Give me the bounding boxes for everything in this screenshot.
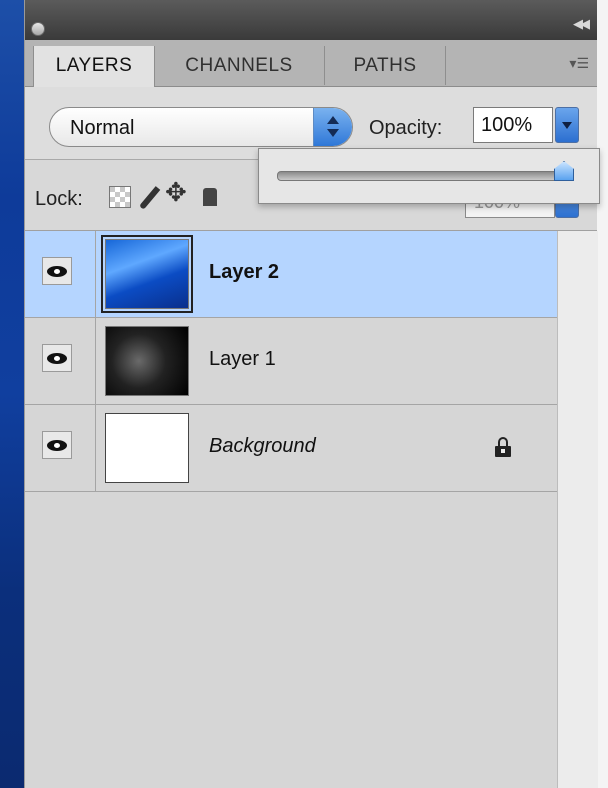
panel-menu-icon[interactable]: ▾☰ (569, 56, 589, 72)
lock-brush-icon[interactable] (138, 186, 161, 210)
visibility-cell (25, 231, 96, 317)
layer-name[interactable]: Layer 2 (209, 261, 279, 284)
layer-thumbnail[interactable] (105, 413, 189, 483)
lock-all-icon[interactable] (203, 188, 217, 206)
layer-row[interactable]: Layer 1 (25, 318, 557, 405)
dropdown-arrow-icon[interactable] (555, 107, 579, 143)
layer-name[interactable]: Layer 1 (209, 348, 276, 371)
scrollbar[interactable] (557, 231, 598, 788)
close-icon[interactable] (31, 22, 45, 36)
eye-icon (47, 353, 67, 364)
visibility-toggle[interactable] (42, 431, 72, 459)
opacity-slider-track[interactable] (277, 171, 567, 181)
tab-channels[interactable]: CHANNELS (154, 46, 325, 85)
layer-name[interactable]: Background (209, 435, 316, 458)
opacity-input[interactable]: 100% (473, 107, 553, 143)
eye-icon (47, 266, 67, 277)
tab-bar: LAYERS CHANNELS PATHS ▾☰ (25, 40, 597, 87)
layers-list: Layer 2 Layer 1 Background (25, 231, 557, 788)
opacity-label: Opacity: (369, 117, 443, 139)
panel-titlebar: ◀◀ (25, 0, 597, 40)
layer-row[interactable]: Layer 2 (25, 231, 557, 318)
opacity-slider-thumb[interactable] (554, 161, 574, 181)
tab-layers[interactable]: LAYERS (33, 46, 155, 87)
stepper-icon[interactable] (313, 108, 352, 146)
tab-paths[interactable]: PATHS (325, 46, 446, 85)
visibility-cell (25, 405, 96, 491)
collapse-icon[interactable]: ◀◀ (573, 17, 590, 32)
blend-mode-select[interactable]: Normal (49, 107, 353, 147)
layers-panel: ◀◀ LAYERS CHANNELS PATHS ▾☰ Normal Opaci… (24, 0, 598, 788)
lock-move-icon[interactable]: ✥ (165, 178, 187, 208)
eye-icon (47, 440, 67, 451)
lock-transparent-icon[interactable] (109, 186, 131, 208)
visibility-cell (25, 318, 96, 404)
lock-label: Lock: (35, 188, 83, 210)
layer-thumbnail[interactable] (101, 235, 193, 313)
layer-row[interactable]: Background (25, 405, 557, 492)
opacity-slider-popup (258, 148, 600, 204)
layer-thumbnail[interactable] (105, 326, 189, 396)
lock-icon (495, 437, 511, 457)
visibility-toggle[interactable] (42, 257, 72, 285)
visibility-toggle[interactable] (42, 344, 72, 372)
blend-mode-value: Normal (70, 117, 135, 139)
desktop-background-strip (0, 0, 24, 788)
